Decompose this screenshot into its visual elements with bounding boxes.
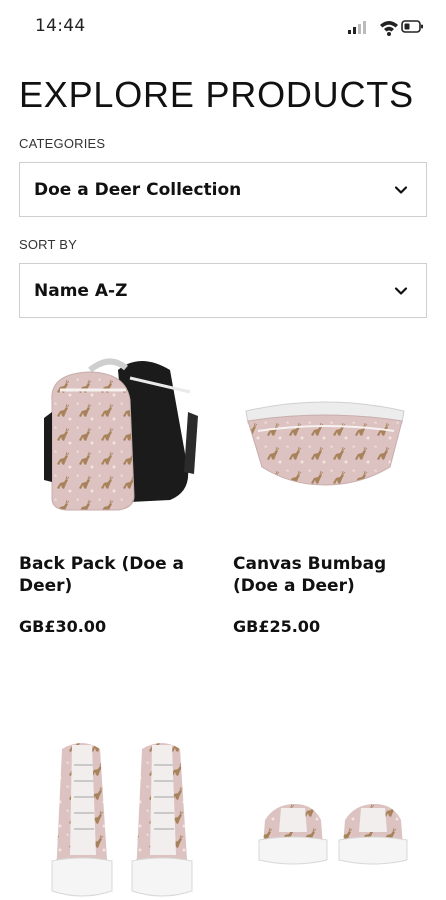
- high-top-sneakers-image: [51, 743, 193, 897]
- product-price: GB£25.00: [233, 617, 321, 636]
- backpack-image: [44, 358, 198, 511]
- chevron-down-icon: [394, 287, 408, 295]
- status-time: 14:44: [35, 16, 86, 36]
- signal-icon: [348, 21, 366, 34]
- status-icons: [348, 20, 423, 36]
- battery-icon: [401, 20, 423, 33]
- sort-by-select[interactable]: Name A-Z: [19, 263, 427, 318]
- product-name[interactable]: Canvas Bumbag (Doe a Deer): [233, 553, 433, 597]
- sort-by-selected-value: Name A-Z: [34, 281, 128, 301]
- status-bar: 14:44: [0, 0, 446, 52]
- chevron-down-icon: [394, 186, 408, 194]
- bumbag-image: [245, 401, 405, 486]
- categories-selected-value: Doe a Deer Collection: [34, 180, 242, 200]
- wifi-icon: [380, 21, 398, 36]
- categories-select[interactable]: Doe a Deer Collection: [19, 162, 427, 217]
- low-top-sneakers-image: [258, 804, 408, 865]
- page-title: EXPLORE PRODUCTS: [19, 74, 414, 115]
- product-price: GB£30.00: [19, 617, 107, 636]
- sort-by-label: SORT BY: [19, 237, 77, 252]
- product-name[interactable]: Back Pack (Doe a Deer): [19, 553, 219, 597]
- categories-label: CATEGORIES: [19, 136, 106, 151]
